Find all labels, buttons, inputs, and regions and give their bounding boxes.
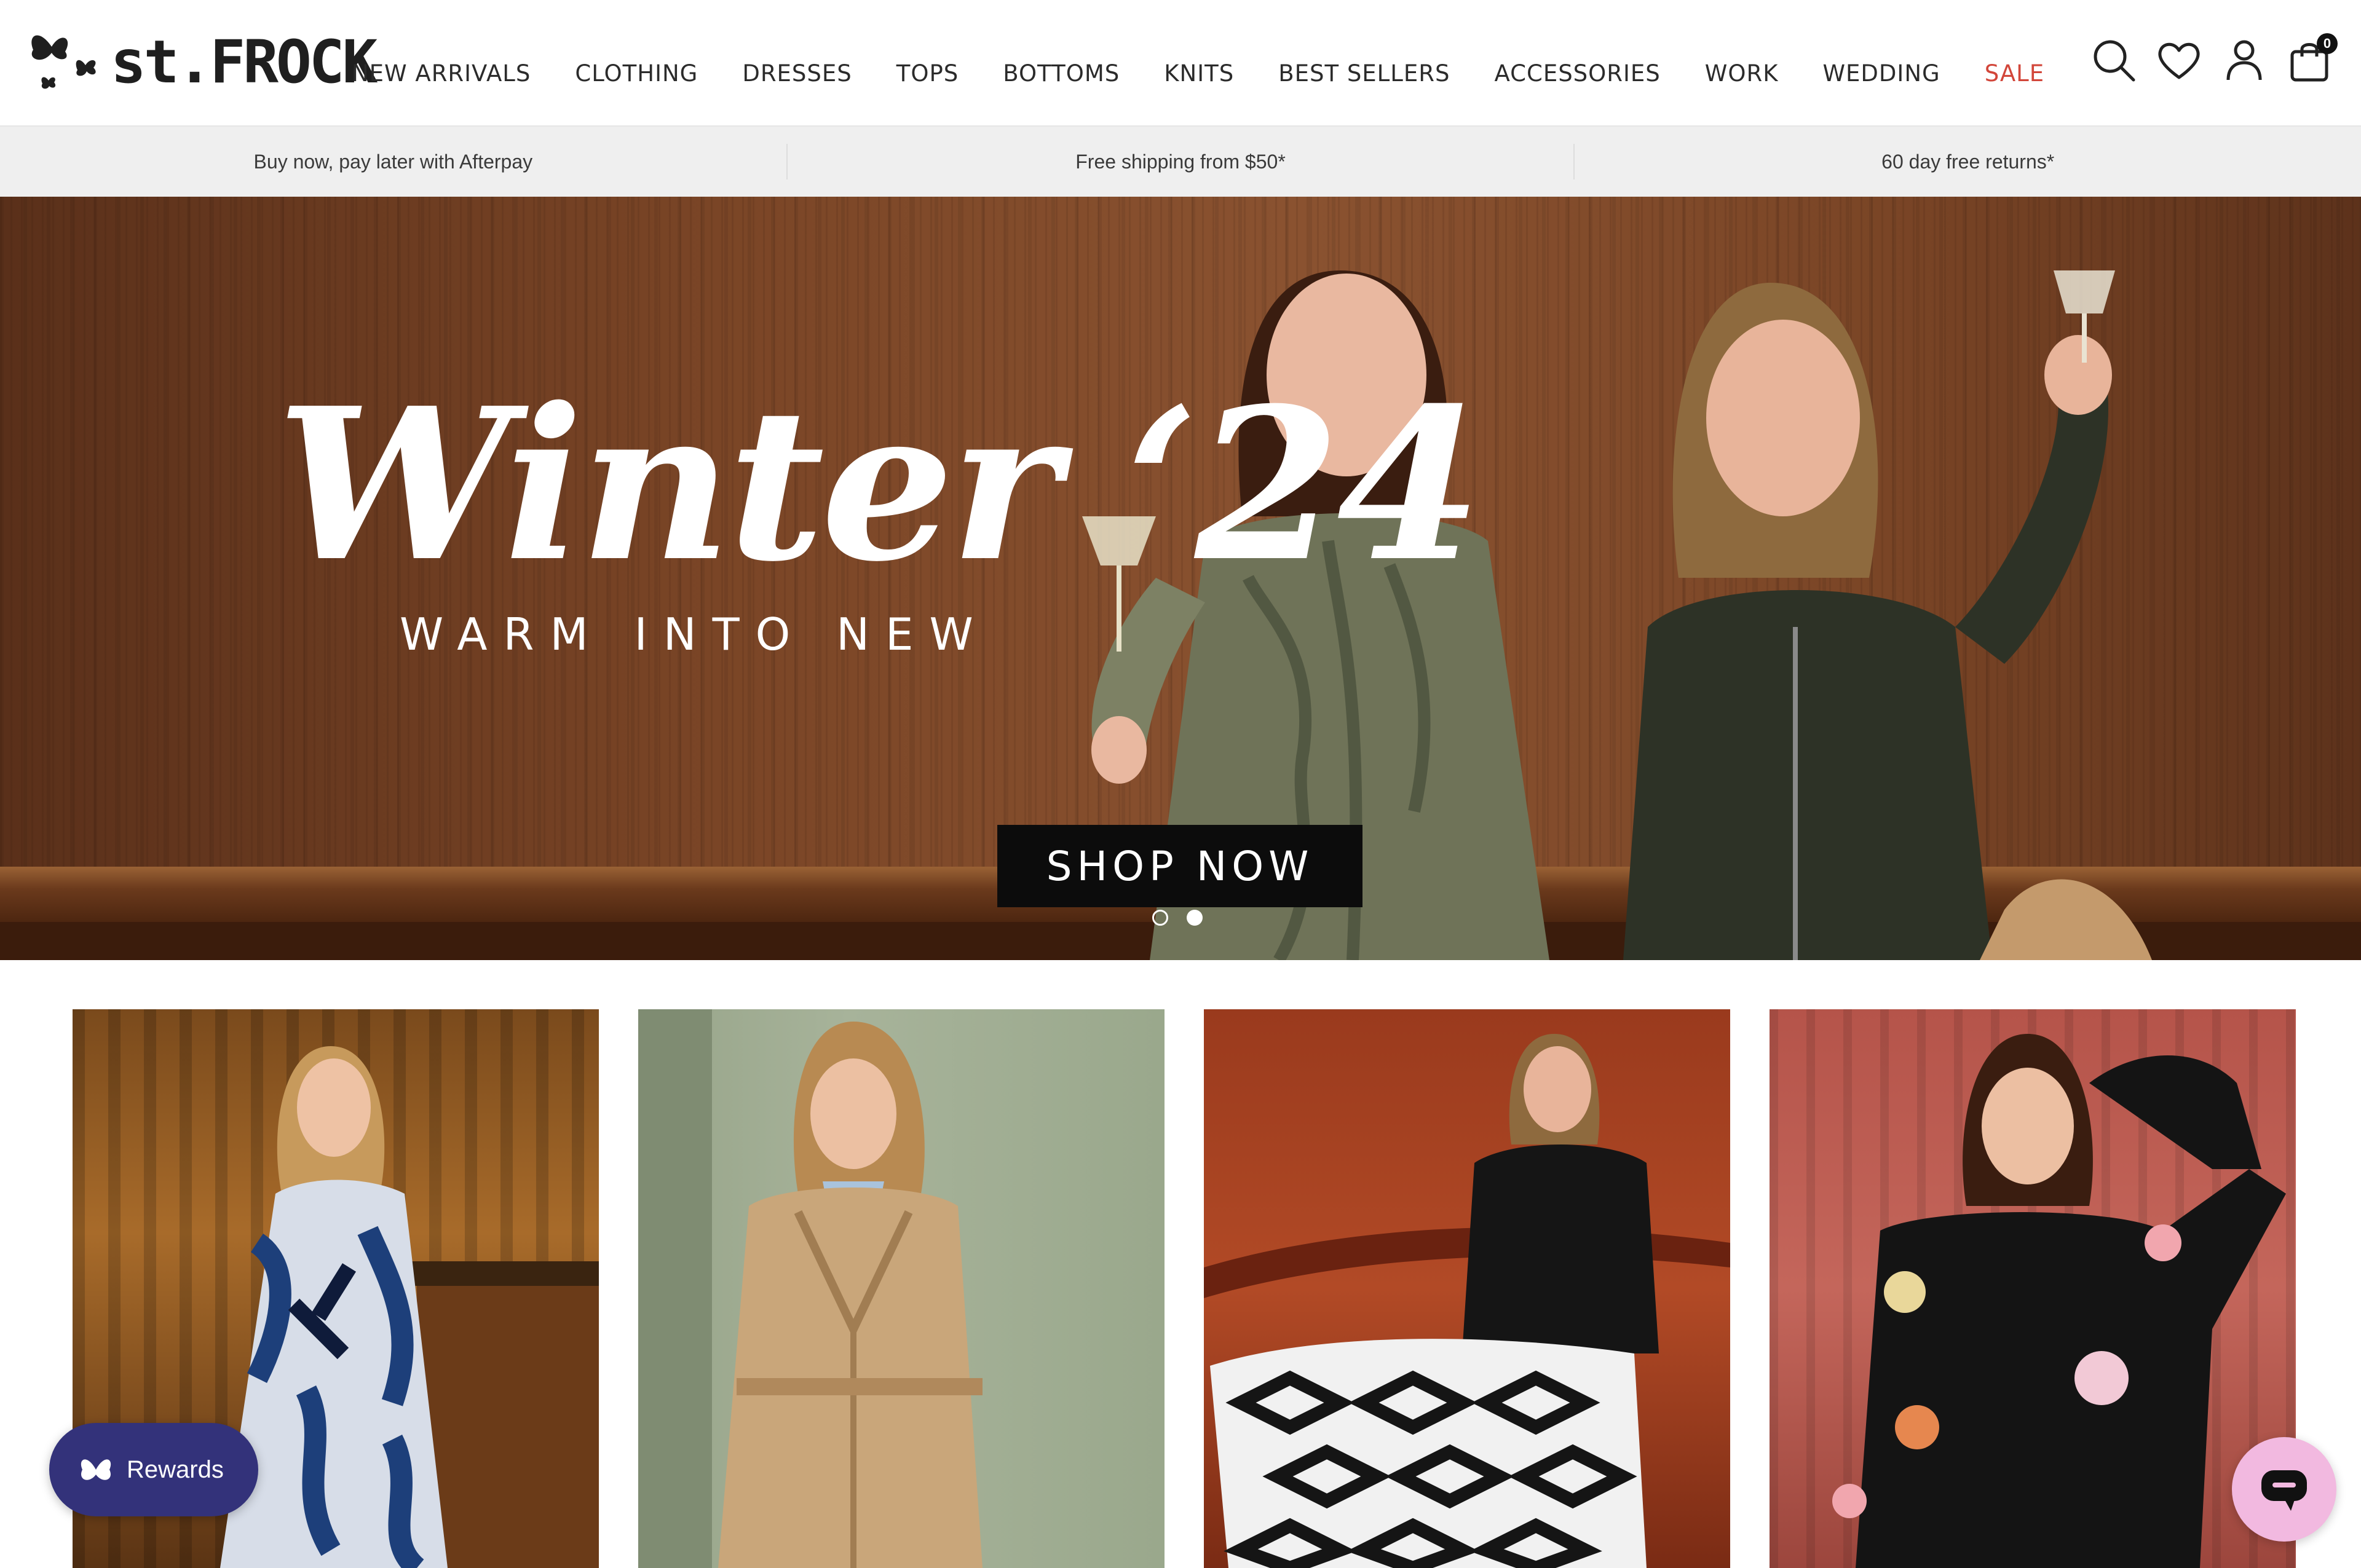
main-nav: NEW ARRIVALS CLOTHING DRESSES TOPS BOTTO… [352,60,2044,87]
category-tiles [73,1009,2296,1568]
nav-dresses[interactable]: DRESSES [742,60,852,87]
search-button[interactable] [2090,37,2137,84]
hero-banner[interactable]: Winter ‘24 WARM INTO NEW SHOP NOW [0,197,2361,960]
search-icon [2094,40,2135,82]
nav-accessories[interactable]: ACCESSORIES [1494,60,1660,87]
cart-button[interactable]: 0 [2286,33,2338,84]
carousel-dot-2-active[interactable] [1187,910,1203,926]
chat-bubble-icon [2261,1470,2307,1511]
shop-now-button[interactable]: SHOP NOW [997,825,1362,907]
model-geometric-skirt-image [1204,1034,1730,1568]
announcement-free-shipping[interactable]: Free shipping from $50* [788,127,1574,197]
announcement-bar: Buy now, pay later with Afterpay Free sh… [0,127,2361,197]
wishlist-button[interactable] [2156,37,2202,84]
chat-launcher[interactable] [2232,1437,2336,1542]
rewards-label: Rewards [127,1456,224,1483]
nav-new-arrivals[interactable]: NEW ARRIVALS [352,60,531,87]
carousel-dot-1[interactable] [1152,910,1168,926]
model-trench-coat-image [638,1009,983,1568]
hero-subtitle: WARM INTO NEW [400,609,989,660]
rewards-launcher[interactable]: Rewards [49,1423,258,1516]
nav-best-sellers[interactable]: BEST SELLERS [1278,60,1450,87]
hero-model-right [1623,270,2152,960]
page: st.FROCK NEW ARRIVALS CLOTHING DRESSES T… [0,0,2361,1568]
nav-tops[interactable]: TOPS [896,60,959,87]
wishlist-heart-icon [2158,42,2200,79]
header-actions: 0 [2090,33,2338,84]
brand-logo[interactable]: st.FROCK [27,22,378,102]
logo-wordmark: st.FROCK [111,28,378,97]
hero-title: Winter ‘24 [277,363,1482,608]
butterfly-logo-icon [31,35,96,89]
tile-trench-coat[interactable] [638,1009,1165,1568]
cart-count-badge: 0 [2317,33,2338,54]
nav-bottoms[interactable]: BOTTOMS [1003,60,1120,87]
tile-geometric-skirt[interactable] [1204,1009,1730,1568]
tile-floral-cardigan[interactable] [1770,1009,2296,1568]
nav-clothing[interactable]: CLOTHING [575,60,698,87]
account-button[interactable] [2221,37,2268,84]
announcement-afterpay[interactable]: Buy now, pay later with Afterpay [0,127,786,197]
butterfly-icon [81,1459,111,1480]
carousel-dots [1152,910,1221,926]
nav-sale[interactable]: SALE [1985,60,2044,87]
model-floral-cardigan-image [1832,1034,2286,1568]
account-icon [2226,40,2262,81]
nav-knits[interactable]: KNITS [1164,60,1234,87]
site-header: st.FROCK NEW ARRIVALS CLOTHING DRESSES T… [0,0,2361,127]
announcement-free-returns[interactable]: 60 day free returns* [1575,127,2361,197]
nav-work[interactable]: WORK [1705,60,1779,87]
nav-wedding[interactable]: WEDDING [1822,60,1940,87]
